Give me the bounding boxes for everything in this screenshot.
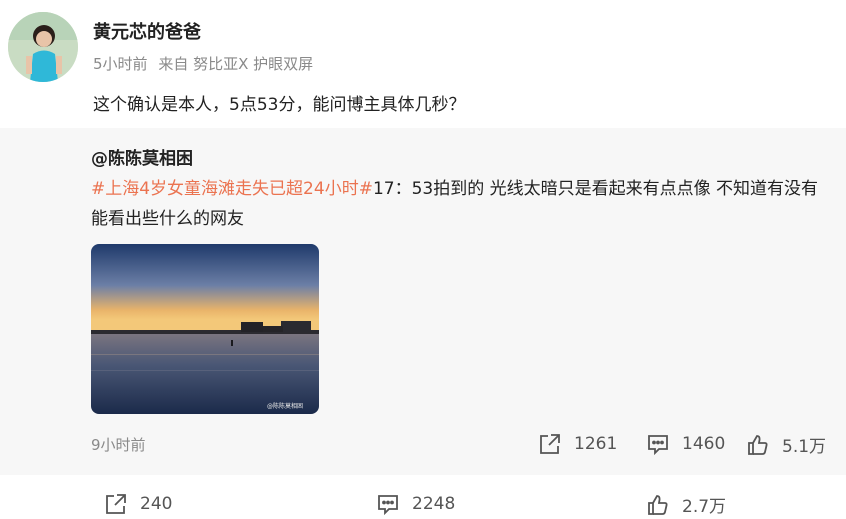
repost-box[interactable]: @陈陈莫相困 #上海4岁女童海滩走失已超24小时#17：53拍到的 光线太暗只是… bbox=[0, 128, 846, 475]
original-text: #上海4岁女童海滩走失已超24小时#17：53拍到的 光线太暗只是看起来有点点像… bbox=[91, 174, 831, 234]
like-button[interactable]: 2.7万 bbox=[646, 492, 726, 517]
comment-count: 2248 bbox=[412, 494, 456, 514]
post-header: 黄元芯的爸爸 5小时前 来自 努比亚X 护眼双屏 这个确认是本人，5点53分，能… bbox=[0, 0, 846, 128]
post-meta: 5小时前 来自 努比亚X 护眼双屏 bbox=[93, 53, 319, 74]
comment-icon bbox=[378, 495, 398, 516]
original-like-button[interactable]: 5.1万 bbox=[746, 432, 826, 457]
comment-button[interactable]: 2248 bbox=[376, 492, 455, 516]
post-time[interactable]: 5小时前 bbox=[93, 55, 148, 73]
original-comment-count: 1460 bbox=[682, 434, 726, 454]
original-author[interactable]: @陈陈莫相困 bbox=[91, 144, 193, 169]
original-comment-button[interactable]: 1460 bbox=[646, 432, 725, 456]
avatar[interactable] bbox=[8, 12, 78, 82]
post-text: 这个确认是本人，5点53分，能问博主具体几秒？ bbox=[93, 95, 466, 115]
repost-icon bbox=[106, 494, 126, 514]
repost-icon bbox=[540, 434, 560, 454]
original-time[interactable]: 9小时前 bbox=[91, 434, 146, 455]
original-repost-count: 1261 bbox=[574, 434, 618, 454]
thumbs-up-icon bbox=[748, 434, 768, 455]
hashtag-link[interactable]: #上海4岁女童海滩走失已超24小时# bbox=[91, 179, 373, 199]
comment-icon bbox=[648, 435, 668, 456]
original-image[interactable]: @陈陈莫相困 bbox=[91, 244, 319, 414]
original-like-count: 5.1万 bbox=[782, 437, 827, 457]
like-count: 2.7万 bbox=[682, 497, 727, 517]
repost-count: 240 bbox=[140, 494, 173, 514]
author-name[interactable]: 黄元芯的爸爸 bbox=[93, 18, 201, 44]
thumbs-up-icon bbox=[648, 494, 668, 515]
post-source: 来自 努比亚X 护眼双屏 bbox=[158, 55, 314, 73]
image-watermark: @陈陈莫相困 bbox=[267, 402, 303, 410]
original-repost-button[interactable]: 1261 bbox=[538, 432, 617, 456]
repost-button[interactable]: 240 bbox=[104, 492, 172, 516]
post-action-bar: 240 2248 2.7万 bbox=[0, 475, 846, 519]
